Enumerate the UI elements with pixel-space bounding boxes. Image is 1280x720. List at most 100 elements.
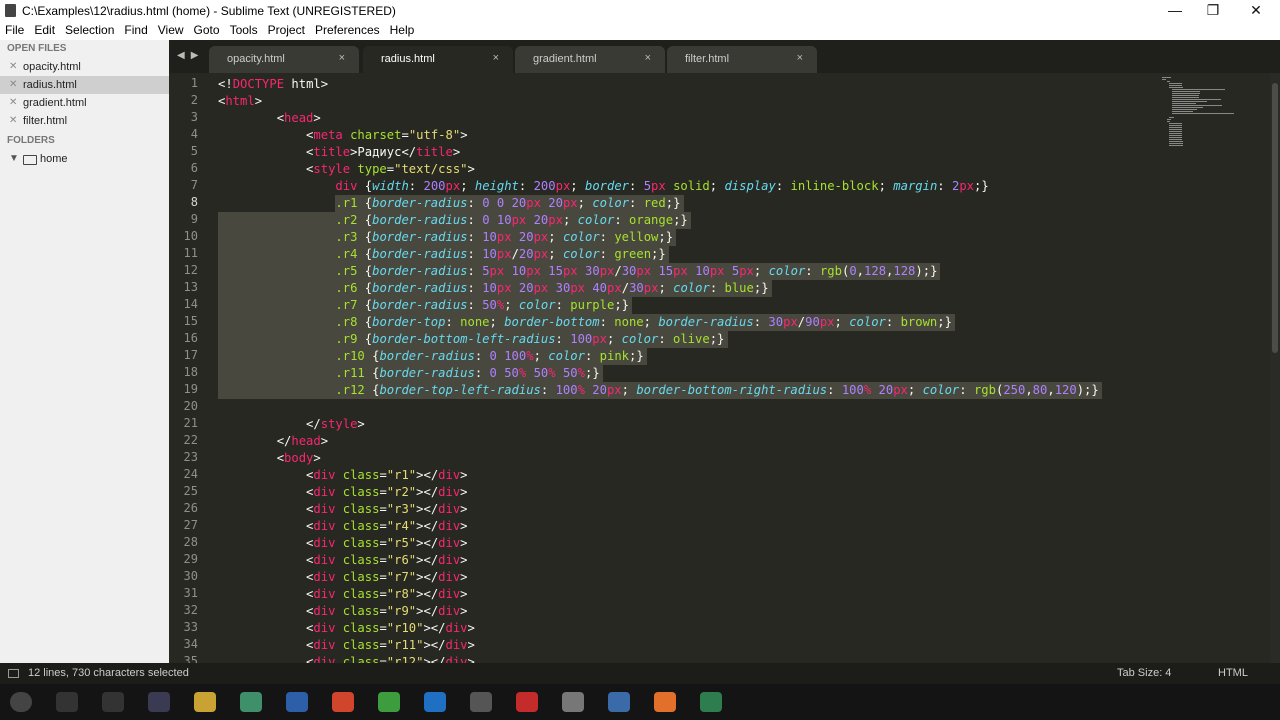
close-icon[interactable]: ✕ [9, 94, 17, 112]
restore-icon[interactable]: ❐ [1198, 2, 1228, 19]
start-button-icon[interactable] [10, 692, 32, 712]
close-icon[interactable]: ✕ [9, 76, 17, 94]
tab-filter[interactable]: filter.html × [667, 46, 817, 73]
code-token: < [218, 570, 314, 584]
code-line[interactable]: .r10 {border-radius: 0 100%; color: pink… [218, 348, 643, 365]
close-icon[interactable]: ✕ [9, 112, 17, 130]
sidebar-file-radius[interactable]: ✕ radius.html [0, 76, 169, 94]
code-line[interactable]: .r6 {border-radius: 10px 20px 30px 40px/… [218, 280, 768, 297]
code-token: px [533, 281, 549, 295]
code-line[interactable]: <div class="r5"></div> [218, 535, 467, 552]
code-line[interactable]: <div class="r2"></div> [218, 484, 467, 501]
taskbar-app-icon[interactable] [608, 692, 630, 712]
code-token: = [379, 468, 387, 482]
minimap-line [1166, 121, 1171, 122]
taskbar-app-icon[interactable] [56, 692, 78, 712]
tab-scroll-arrows-icon[interactable]: ◀▶ [177, 50, 204, 61]
code-token: > [357, 417, 365, 431]
close-icon[interactable]: × [797, 52, 803, 64]
tab-size-status[interactable]: Tab Size: 4 [1117, 667, 1171, 679]
code-line[interactable]: .r2 {border-radius: 0 10px 20px; color: … [218, 212, 687, 229]
code-line[interactable]: </head> [218, 433, 328, 450]
code-line[interactable]: <title>Радиус</title> [218, 144, 460, 161]
taskbar-app-icon[interactable] [516, 692, 538, 712]
code-editor[interactable]: <!DOCTYPE html> <html> <head> <meta chars… [218, 73, 1158, 669]
menu-find[interactable]: Find [124, 21, 147, 40]
sidebar-file-filter[interactable]: ✕ filter.html [0, 112, 169, 130]
console-icon[interactable] [8, 669, 19, 678]
vertical-scrollbar[interactable] [1270, 73, 1280, 663]
triangle-down-icon[interactable]: ▼ [9, 150, 19, 168]
taskbar-app-icon[interactable] [194, 692, 216, 712]
menu-selection[interactable]: Selection [65, 21, 114, 40]
menu-project[interactable]: Project [268, 21, 305, 40]
close-icon[interactable]: × [493, 52, 499, 64]
code-line[interactable]: <div class="r1"></div> [218, 467, 467, 484]
code-line[interactable]: .r1 {border-radius: 0 0 20px 20px; color… [218, 195, 680, 212]
sidebar-file-gradient[interactable]: ✕ gradient.html [0, 94, 169, 112]
code-line[interactable]: <div class="r7"></div> [218, 569, 467, 586]
tab-opacity[interactable]: opacity.html × [209, 46, 359, 73]
close-icon[interactable]: ✕ [9, 58, 17, 76]
taskbar [0, 684, 1280, 720]
taskbar-app-icon[interactable] [700, 692, 722, 712]
taskbar-app-icon[interactable] [654, 692, 676, 712]
taskbar-app-icon[interactable] [562, 692, 584, 712]
code-line[interactable]: <style type="text/css"> [218, 161, 475, 178]
code-line[interactable]: <div class="r11"></div> [218, 637, 475, 654]
close-icon[interactable]: × [645, 52, 651, 64]
code-line[interactable]: <head> [218, 110, 321, 127]
tab-gradient[interactable]: gradient.html × [515, 46, 665, 73]
code-line[interactable]: <html> [218, 93, 262, 110]
code-line[interactable]: .r7 {border-radius: 50%; color: purple;} [218, 297, 629, 314]
code-line[interactable]: .r12 {border-top-left-radius: 100% 20px;… [218, 382, 1098, 399]
close-icon[interactable]: ✕ [1241, 2, 1271, 19]
code-line[interactable]: <div class="r8"></div> [218, 586, 467, 603]
code-token: , [856, 264, 865, 278]
sidebar-file-opacity[interactable]: ✕ opacity.html [0, 58, 169, 76]
code-line[interactable]: .r9 {border-bottom-left-radius: 100px; c… [218, 331, 724, 348]
sidebar-folder-home[interactable]: ▼ home [0, 150, 169, 168]
code-line[interactable]: div {width: 200px; height: 200px; border… [218, 178, 988, 195]
code-line[interactable]: <!DOCTYPE html> [218, 76, 328, 93]
minimap[interactable] [1158, 73, 1270, 663]
taskbar-app-icon[interactable] [102, 692, 124, 712]
taskbar-app-icon[interactable] [378, 692, 400, 712]
code-line[interactable]: .r8 {border-top: none; border-bottom: no… [218, 314, 952, 331]
taskbar-app-icon[interactable] [286, 692, 308, 712]
code-line[interactable]: <div class="r4"></div> [218, 518, 467, 535]
menu-goto[interactable]: Goto [194, 21, 220, 40]
menu-view[interactable]: View [158, 21, 184, 40]
menu-edit[interactable]: Edit [34, 21, 55, 40]
code-line[interactable]: .r3 {border-radius: 10px 20px; color: ye… [218, 229, 673, 246]
code-token: .r10 [335, 349, 365, 363]
menu-help[interactable]: Help [390, 21, 415, 40]
taskbar-app-icon[interactable] [424, 692, 446, 712]
menu-preferences[interactable]: Preferences [315, 21, 380, 40]
menu-file[interactable]: File [5, 21, 24, 40]
code-line[interactable]: <div class="r9"></div> [218, 603, 467, 620]
code-line[interactable]: </style> [218, 416, 365, 433]
code-line[interactable]: .r11 {border-radius: 0 50% 50% 50%;} [218, 365, 599, 382]
taskbar-app-icon[interactable] [240, 692, 262, 712]
code-line[interactable]: <div class="r10"></div> [218, 620, 475, 637]
code-token: "r9" [386, 604, 417, 618]
code-line[interactable]: <div class="r6"></div> [218, 552, 467, 569]
taskbar-app-icon[interactable] [470, 692, 492, 712]
code-token: rgb [973, 383, 996, 397]
code-line[interactable]: <meta charset="utf-8"> [218, 127, 467, 144]
menu-tools[interactable]: Tools [230, 21, 258, 40]
code-line[interactable]: <div class="r3"></div> [218, 501, 467, 518]
code-line[interactable]: <body> [218, 450, 321, 467]
scrollbar-thumb[interactable] [1272, 83, 1278, 353]
minimap-line [1171, 105, 1222, 106]
code-line[interactable]: .r4 {border-radius: 10px/20px; color: gr… [218, 246, 665, 263]
title-bar: C:\Examples\12\radius.html (home) - Subl… [0, 0, 1280, 21]
taskbar-app-icon[interactable] [148, 692, 170, 712]
syntax-status[interactable]: HTML [1218, 667, 1248, 679]
code-line[interactable]: .r5 {border-radius: 5px 10px 15px 30px/3… [218, 263, 937, 280]
close-icon[interactable]: × [339, 52, 345, 64]
taskbar-app-icon[interactable] [332, 692, 354, 712]
tab-radius[interactable]: radius.html × [363, 46, 513, 73]
minimize-icon[interactable]: — [1160, 2, 1190, 19]
